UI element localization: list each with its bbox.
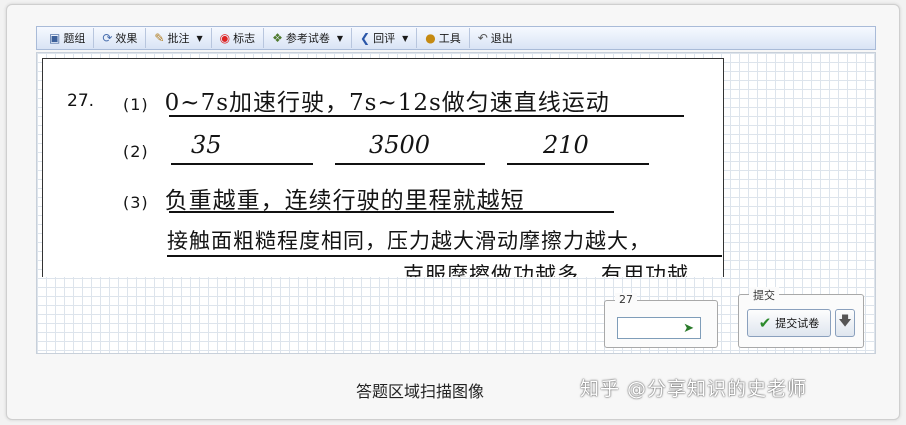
exit-icon: ↶ bbox=[477, 31, 488, 45]
watermark: 知乎 @分享知识的史老师 bbox=[580, 378, 808, 400]
toolbar: ▣ 题组 ⟳ 效果 ✎ 批注 ▼ ◉ 标志 ❖ 参考试卷 ▼ ❮ 回评 ▼ ● … bbox=[36, 26, 876, 50]
toolbar-label: 效果 bbox=[115, 32, 138, 45]
toolbar-item-mark[interactable]: ◉ 标志 bbox=[212, 28, 265, 48]
toolbar-label: 题组 bbox=[63, 32, 86, 45]
toolbar-label: 参考试卷 bbox=[285, 32, 330, 45]
answer-line-3: (3) 负重越重，连续行驶的里程就越短 bbox=[123, 181, 525, 215]
toolbar-item-question-group[interactable]: ▣ 题组 bbox=[41, 28, 95, 48]
effect-icon: ⟳ bbox=[102, 31, 113, 45]
chevron-down-icon[interactable]: ▼ bbox=[402, 34, 408, 43]
toolbar-label: 批注 bbox=[167, 32, 190, 45]
answer-blank-2: 3500 bbox=[369, 131, 431, 159]
doc-icon: ▣ bbox=[49, 31, 61, 45]
toolbar-item-reference-paper[interactable]: ❖ 参考试卷 ▼ bbox=[264, 28, 353, 48]
part-label: (1) bbox=[123, 95, 149, 114]
part-label: (2) bbox=[123, 142, 149, 161]
toolbar-item-annotate[interactable]: ✎ 批注 ▼ bbox=[146, 28, 212, 48]
toolbar-label: 退出 bbox=[490, 32, 513, 45]
arrow-right-icon[interactable]: ➤ bbox=[683, 321, 694, 336]
submit-legend: 提交 bbox=[749, 287, 779, 303]
answer-line-1: (1) 0~7s加速行驶，7s~12s做匀速直线运动 bbox=[123, 83, 610, 117]
part-label: (3) bbox=[123, 193, 149, 212]
answer-line-4: 接触面粗糙程度相同，压力越大滑动摩擦力越大， bbox=[167, 229, 651, 253]
paper-icon: ❖ bbox=[272, 31, 283, 45]
answer-text: 0~7s加速行驶，7s~12s做匀速直线运动 bbox=[164, 90, 610, 116]
toolbar-label: 标志 bbox=[233, 32, 256, 45]
underline bbox=[169, 115, 684, 117]
toolbar-item-review[interactable]: ❮ 回评 ▼ bbox=[352, 28, 418, 48]
checkmark-icon: ✔ bbox=[758, 314, 772, 332]
underline bbox=[171, 163, 313, 165]
answer-blank-1: 35 bbox=[191, 131, 222, 159]
pencil-icon: ✎ bbox=[154, 31, 165, 45]
score-input[interactable]: ➤ bbox=[617, 317, 701, 339]
toolbar-label: 工具 bbox=[438, 32, 461, 45]
answer-line-5: 克服摩擦做功越多，有用功越 bbox=[403, 263, 689, 277]
underline bbox=[507, 163, 649, 165]
answer-scan-image: 27. (1) 0~7s加速行驶，7s~12s做匀速直线运动 (2) 35 350… bbox=[42, 58, 724, 277]
score-legend: 27 bbox=[615, 293, 637, 306]
toolbar-item-tools[interactable]: ● 工具 bbox=[417, 28, 470, 48]
toolbar-label: 回评 bbox=[373, 32, 396, 45]
question-number: 27. bbox=[67, 91, 95, 111]
down-arrow-button[interactable]: 🡇 bbox=[835, 309, 855, 337]
score-panel: 27 ➤ bbox=[604, 293, 718, 348]
answer-blank-3: 210 bbox=[543, 131, 589, 159]
underline bbox=[335, 163, 485, 165]
underline bbox=[169, 211, 614, 213]
toolbar-item-exit[interactable]: ↶ 退出 bbox=[470, 28, 521, 48]
chevron-down-icon[interactable]: ▼ bbox=[337, 34, 343, 43]
submit-panel: 提交 ✔ 提交试卷 🡇 bbox=[738, 287, 864, 348]
underline bbox=[167, 255, 722, 257]
back-arrow-icon: ❮ bbox=[360, 31, 371, 45]
answer-line-2: (2) bbox=[123, 137, 165, 163]
tool-icon: ● bbox=[425, 31, 436, 45]
arrow-down-icon: 🡇 bbox=[838, 314, 852, 329]
caption: 答题区域扫描图像 bbox=[356, 382, 485, 401]
submit-paper-button[interactable]: ✔ 提交试卷 bbox=[747, 309, 831, 337]
toolbar-item-effect[interactable]: ⟳ 效果 bbox=[94, 28, 147, 48]
submit-button-label: 提交试卷 bbox=[775, 317, 820, 330]
chevron-down-icon[interactable]: ▼ bbox=[196, 34, 202, 43]
mark-icon: ◉ bbox=[219, 31, 231, 45]
